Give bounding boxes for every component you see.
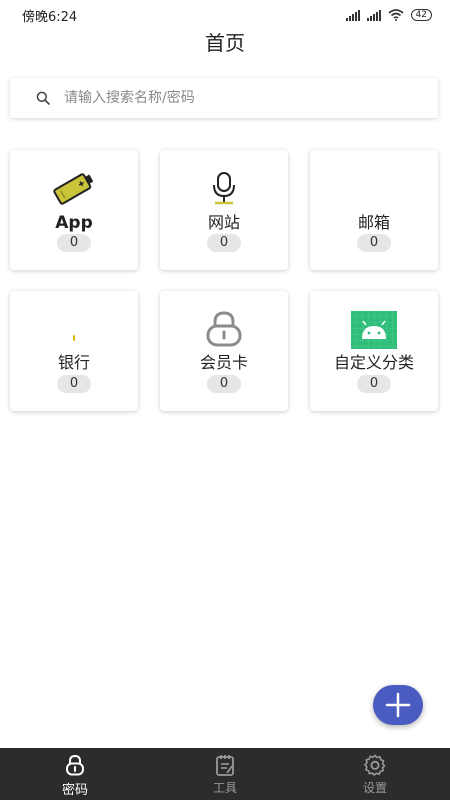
search-icon (36, 91, 50, 105)
plus-icon (385, 692, 411, 718)
add-button[interactable] (373, 685, 423, 725)
signal-icon-2 (366, 9, 381, 21)
signal-icon (345, 9, 360, 21)
category-count: 0 (207, 375, 241, 393)
status-time: 傍晚6:24 (22, 9, 78, 25)
wifi-icon (388, 9, 404, 21)
category-count: 0 (357, 375, 391, 393)
battery-icon (53, 173, 94, 205)
category-count: 0 (57, 234, 91, 252)
nav-label: 工具 (212, 781, 237, 795)
category-count: 0 (357, 234, 391, 252)
category-label: 网站 (207, 213, 240, 232)
android-icon (351, 311, 397, 349)
category-label: 会员卡 (199, 353, 248, 372)
nav-item-settings[interactable]: 设置 (300, 748, 450, 800)
nav-item-tools[interactable]: 工具 (150, 748, 300, 800)
small-dot-icon (73, 335, 75, 341)
category-card-email[interactable]: 邮箱 0 (310, 150, 438, 270)
lock-icon (66, 754, 84, 776)
microphone-icon (213, 172, 235, 205)
category-count: 0 (207, 234, 241, 252)
bottom-navigation: 密码 工具 设置 (0, 748, 450, 800)
status-icons: 42 (345, 9, 432, 21)
search-bar[interactable] (10, 78, 438, 118)
gear-icon (364, 754, 386, 776)
nav-item-password[interactable]: 密码 (0, 748, 150, 800)
category-card-website[interactable]: 网站 0 (160, 150, 288, 270)
nav-label: 设置 (362, 781, 387, 795)
category-label: 自定义分类 (333, 353, 414, 372)
battery-indicator: 42 (410, 9, 432, 21)
category-label: App (55, 213, 93, 233)
category-card-membership[interactable]: 会员卡 0 (160, 291, 288, 411)
status-bar: 傍晚6:24 42 (0, 0, 450, 30)
nav-label: 密码 (61, 783, 88, 798)
category-label: 银行 (57, 353, 90, 372)
search-input[interactable] (62, 89, 406, 107)
lock-icon (206, 311, 242, 347)
category-card-app[interactable]: App 0 (10, 150, 138, 270)
category-count: 0 (57, 375, 91, 393)
notepad-icon (216, 755, 234, 776)
category-card-bank[interactable]: 银行 0 (10, 291, 138, 411)
category-label: 邮箱 (357, 213, 390, 232)
page-title: 首页 (205, 31, 245, 55)
category-card-custom[interactable]: 自定义分类 0 (310, 291, 438, 411)
